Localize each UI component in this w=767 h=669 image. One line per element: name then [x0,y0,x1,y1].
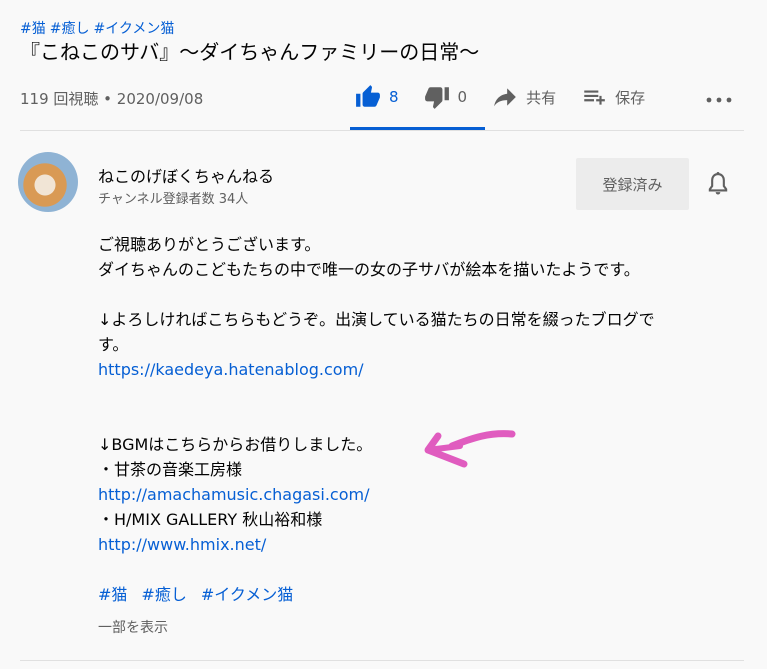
divider [20,130,744,131]
subscriber-count: チャンネル登録者数 34人 [98,192,249,207]
thumb-down-icon [424,87,449,109]
share-label: 共有 [526,88,557,107]
action-bar: 8 0 共有 保存 [355,82,670,112]
like-ratio-bar [350,127,485,130]
subscribe-button[interactable]: 登録済み [576,158,689,210]
amacha-link[interactable]: http://amachamusic.chagasi.com/ [98,485,369,504]
like-button[interactable]: 8 [355,84,399,110]
video-description: ご視聴ありがとうございます。 ダイちゃんのこどもたちの中で唯一の女の子サバが絵本… [98,232,738,607]
description-line: ↓BGMはこちらからお借りしました。 [98,435,373,454]
divider [20,660,744,661]
hashtag-link[interactable]: #癒し [141,585,186,604]
show-less-button[interactable]: 一部を表示 [98,617,168,637]
hashtag-link[interactable]: #イクメン猫 [93,21,174,37]
bell-icon[interactable] [704,170,732,198]
description-tags: #猫 #癒し #イクメン猫 [98,582,738,607]
video-title: 『こねこのサバ』～ダイちゃんファミリーの日常～ [20,40,480,64]
annotation-arrow [424,430,516,468]
share-button[interactable]: 共有 [492,84,556,110]
description-line: ・甘茶の音楽工房様 [98,460,243,479]
hashtag-link[interactable]: #イクメン猫 [201,585,293,604]
playlist-add-icon [584,90,605,105]
dislike-button[interactable]: 0 [424,84,468,110]
description-line: ↓よろしければこちらもどうぞ。出演している猫たちの日常を綴ったブログで [98,310,655,329]
description-line: す。 [98,335,129,354]
hashtag-link[interactable]: #猫 [98,585,127,604]
dislike-count: 0 [457,88,468,106]
thumb-up-icon [356,85,380,107]
hmix-link[interactable]: http://www.hmix.net/ [98,535,266,554]
description-line: ダイちゃんのこどもたちの中で唯一の女の子サバが絵本を描いたようです。 [98,260,640,279]
channel-name[interactable]: ねこのげぼくちゃんねる [98,163,274,187]
like-count: 8 [389,88,399,106]
save-label: 保存 [615,88,646,107]
hashtag-link[interactable]: #癒し [50,21,90,37]
blog-link[interactable]: https://kaedeya.hatenablog.com/ [98,360,364,379]
description-line: ご視聴ありがとうございます。 [98,235,321,254]
description-line: ・H/MIX GALLERY 秋山裕和様 [98,510,323,529]
avatar[interactable] [18,152,78,212]
share-icon [494,88,516,107]
more-horizontal-icon[interactable] [705,92,733,108]
hashtag-row: #猫 #癒し #イクメン猫 [20,18,178,38]
save-button[interactable]: 保存 [581,84,645,110]
view-count-date: 119 回視聴 • 2020/09/08 [20,90,204,108]
hashtag-link[interactable]: #猫 [20,21,46,37]
